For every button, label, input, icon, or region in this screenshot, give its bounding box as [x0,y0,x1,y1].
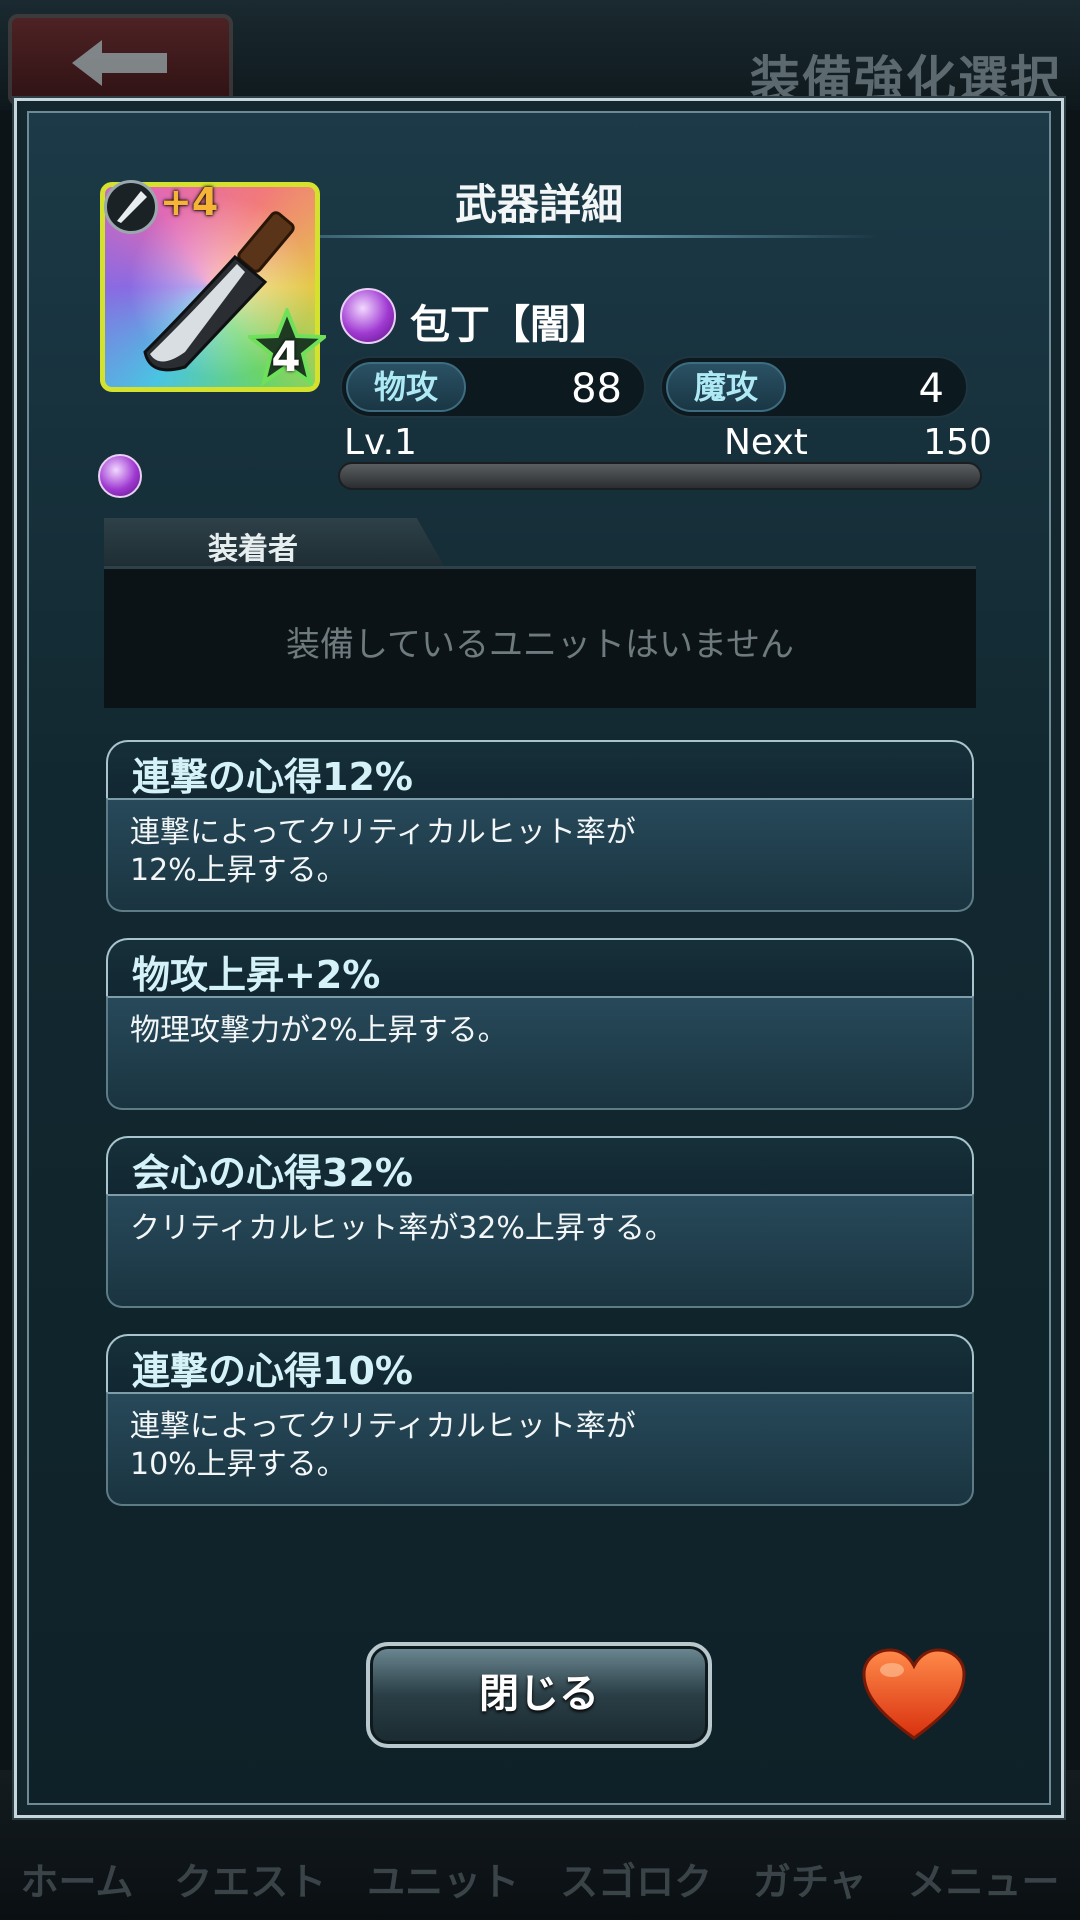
exp-progress-bar [338,462,982,490]
magic-attack-value: 4 [918,366,944,412]
dark-element-icon [340,288,396,344]
weapon-level: Lv.1 [344,422,417,463]
nav-unit[interactable]: ユニット [367,1851,519,1906]
nav-quest[interactable]: クエスト [174,1851,326,1906]
skill-name: 連撃の心得12% [132,755,413,799]
physical-attack-label: 物攻 [346,362,467,412]
skill-description: 連撃によってクリティカルヒット率が 10%上昇する。 [130,1409,636,1482]
close-button[interactable]: 閉じる [366,1642,712,1748]
nav-menu[interactable]: メニュー [908,1851,1060,1906]
rarity-value: 4 [271,332,301,381]
skill-card: 連撃の心得10% 連撃によってクリティカルヒット率が 10%上昇する。 [106,1334,974,1506]
heart-icon[interactable] [862,1648,966,1742]
magic-attack-stat: 魔攻 4 [660,356,968,418]
nav-gacha[interactable]: ガチャ [753,1851,867,1906]
skill-description: 連撃によってクリティカルヒット率が 12%上昇する。 [130,815,636,888]
arrow-left-icon [72,40,167,86]
equipped-tab: 装着者 [104,518,444,566]
back-button[interactable] [8,14,233,106]
skill-description: クリティカルヒット率が32%上昇する。 [130,1211,675,1246]
next-exp-label: Next [724,422,808,463]
equipped-unit-box: 装備しているユニットはいません [104,566,976,708]
equipped-tab-label: 装着者 [208,532,298,567]
nav-home[interactable]: ホーム [20,1851,133,1906]
nav-sugoroku[interactable]: スゴロク [560,1851,712,1906]
skill-name: 物攻上昇+2% [132,953,381,997]
dark-element-icon [98,454,142,498]
weapon-name: 包丁【闇】 [410,302,610,348]
plus-level-badge: +4 [160,180,219,224]
knife-type-icon [104,180,158,234]
physical-attack-stat: 物攻 88 [340,356,646,418]
equipped-empty-text: 装備しているユニットはいません [286,625,794,665]
magic-attack-label: 魔攻 [666,362,787,412]
skill-description: 物理攻撃力が2%上昇する。 [130,1013,508,1048]
next-exp-value: 150 [923,422,992,463]
skill-name: 会心の心得32% [132,1151,413,1195]
skill-card: 会心の心得32% クリティカルヒット率が32%上昇する。 [106,1136,974,1308]
skill-card: 連撃の心得12% 連撃によってクリティカルヒット率が 12%上昇する。 [106,740,974,912]
physical-attack-value: 88 [571,366,622,412]
skill-name: 連撃の心得10% [132,1349,413,1393]
skill-card: 物攻上昇+2% 物理攻撃力が2%上昇する。 [106,938,974,1110]
